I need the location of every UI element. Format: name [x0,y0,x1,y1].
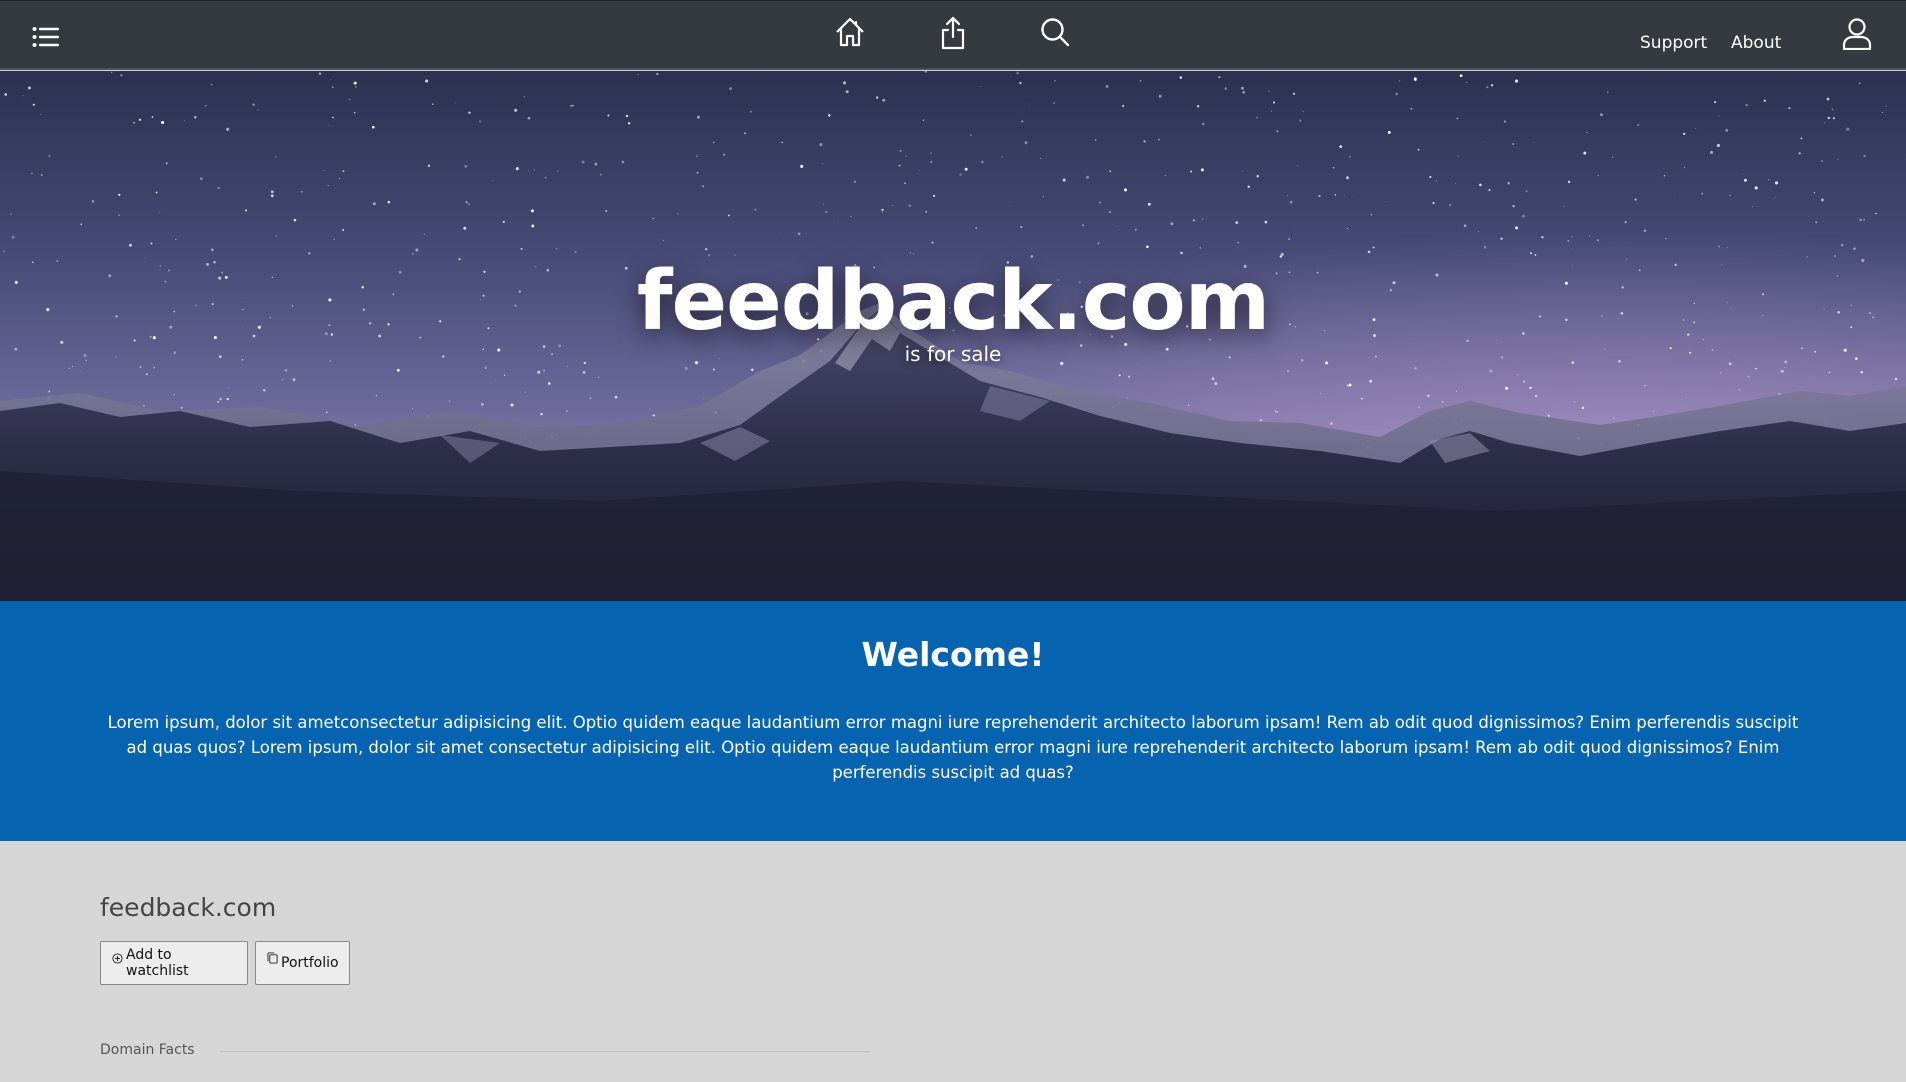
portfolio-label: Portfolio [281,955,339,971]
domain-name-heading: feedback.com [100,893,277,922]
about-link[interactable]: About [1731,33,1781,53]
copy-icon [267,952,278,968]
add-to-watchlist-label: Add to watchlist [126,947,189,979]
home-icon[interactable] [832,13,868,51]
domain-info-section: feedback.com Add to watchlist Portfolio … [0,841,1906,1082]
list-icon[interactable] [30,23,62,51]
support-link[interactable]: Support [1640,33,1707,53]
domain-facts-label: Domain Facts [100,1042,195,1058]
welcome-text: Lorem ipsum, dolor sit ametconsectetur a… [107,713,1799,782]
share-icon[interactable] [936,13,970,53]
welcome-title: Welcome! [861,635,1045,674]
portfolio-button[interactable]: Portfolio [255,941,350,985]
user-icon[interactable] [1840,15,1874,53]
hero-banner: feedback.com is for sale [0,71,1906,601]
search-icon[interactable] [1038,15,1072,49]
welcome-section: Welcome! Lorem ipsum, dolor sit ametcons… [0,601,1906,841]
hero-title: feedback.com [636,254,1270,349]
hero-subtitle: is for sale [904,342,1002,366]
top-navbar: Support About [0,0,1906,70]
add-to-watchlist-button[interactable]: Add to watchlist [100,941,248,985]
domain-facts-divider [220,1051,870,1052]
plus-circle-icon [112,952,123,968]
